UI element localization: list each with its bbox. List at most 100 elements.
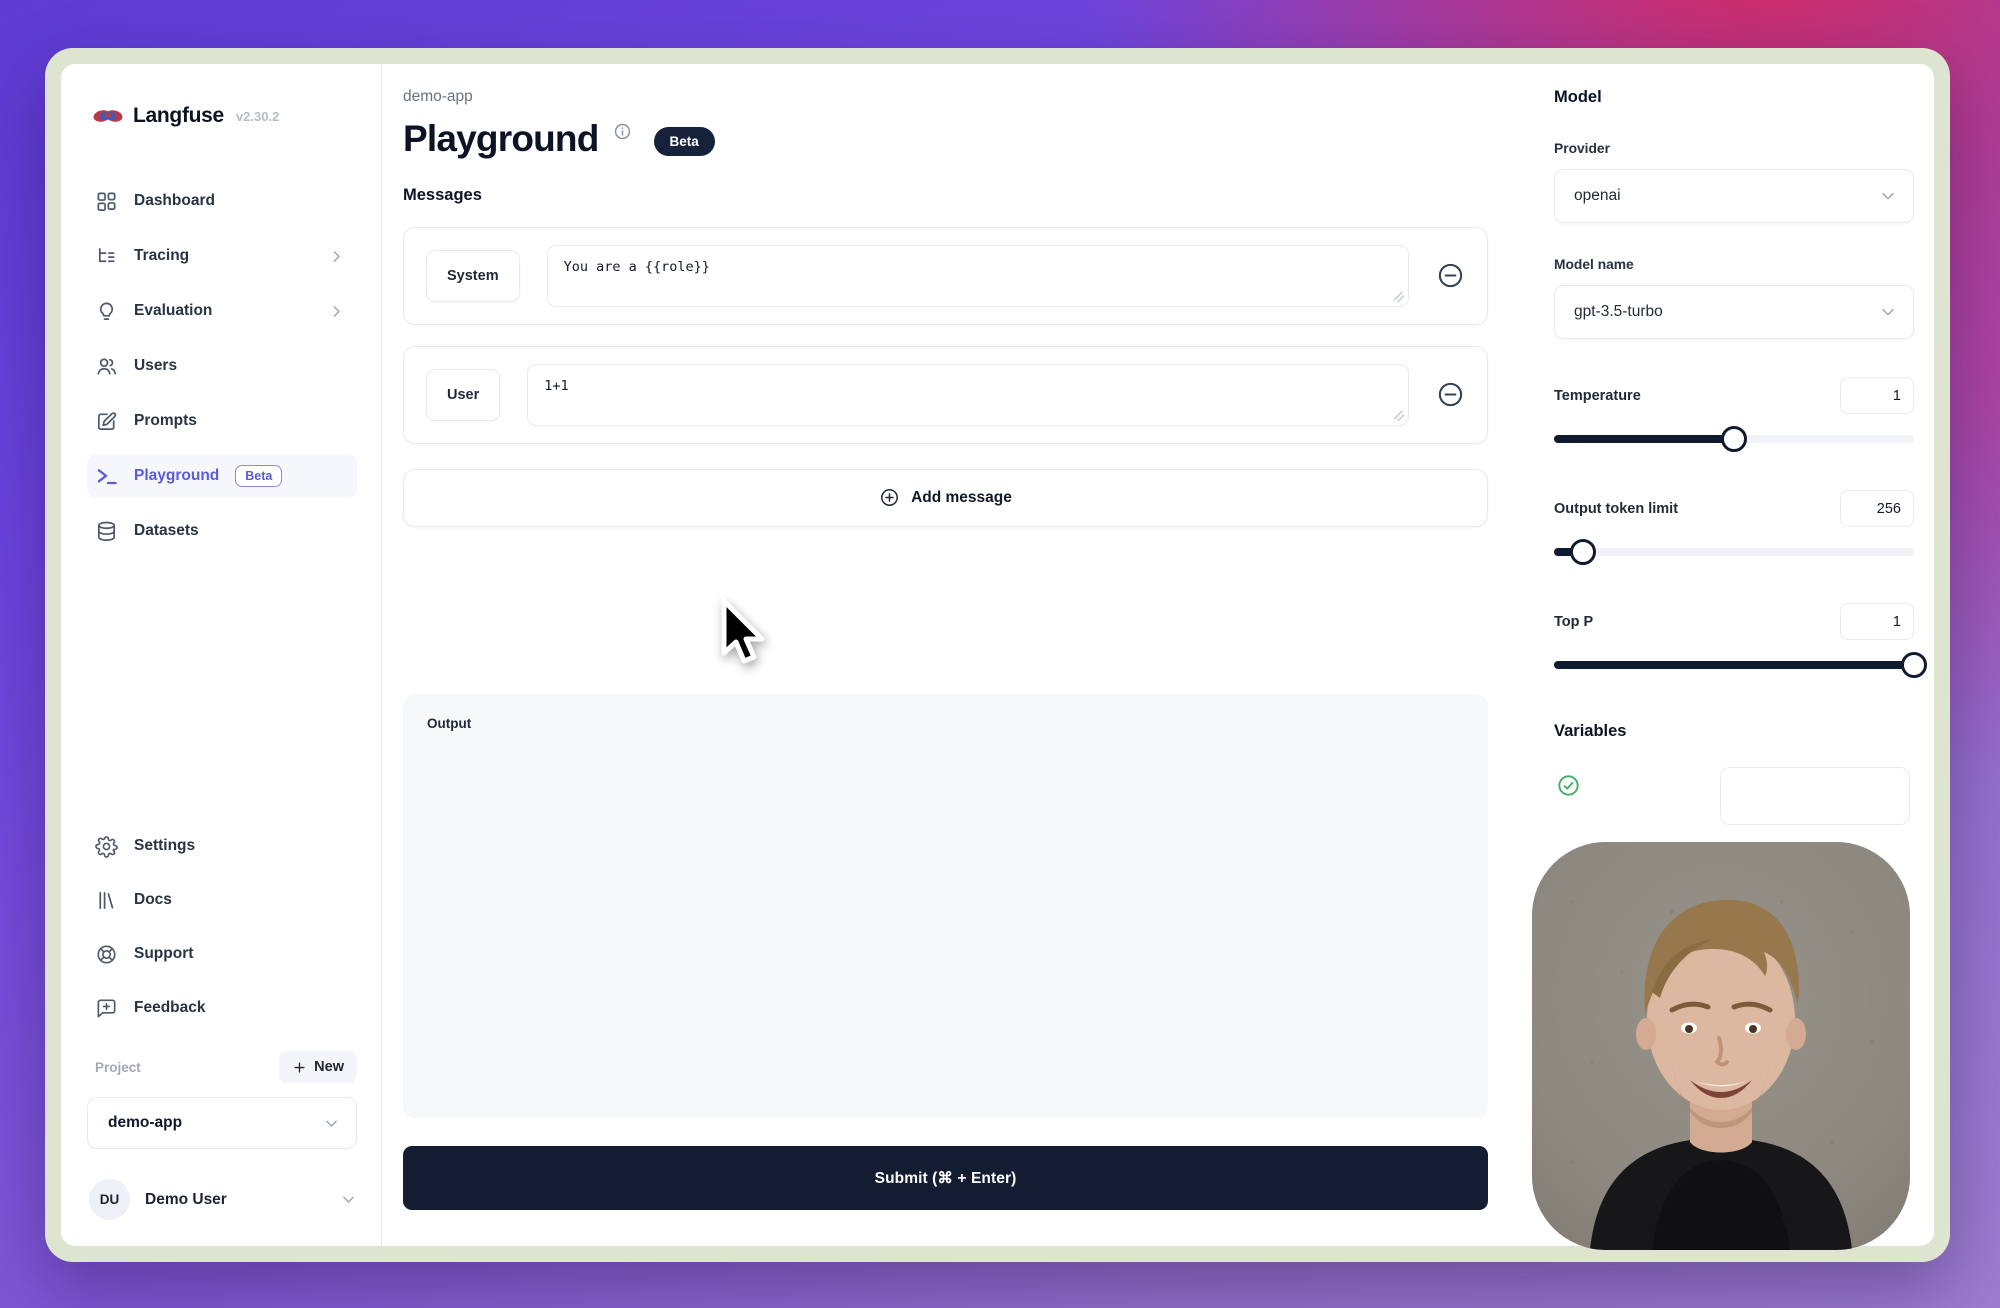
project-selected-value: demo-app [108,1114,182,1132]
plus-circle-icon [879,487,900,508]
sidebar-item-label: Dashboard [134,192,215,210]
mouse-cursor [716,597,774,675]
remove-message-button[interactable] [1436,380,1465,409]
beta-badge: Beta [235,465,282,487]
sidebar-item-datasets[interactable]: Datasets [87,510,357,552]
user-menu[interactable]: DU Demo User [87,1179,357,1220]
beta-badge: Beta [654,127,715,156]
sidebar-item-support[interactable]: Support [87,933,357,975]
sidebar-item-feedback[interactable]: Feedback [87,987,357,1029]
langfuse-logo-icon [93,105,123,127]
minus-circle-icon [1436,380,1465,409]
model-name-select[interactable]: gpt-3.5-turbo [1554,285,1914,339]
terminal-icon [95,465,118,488]
sidebar-item-label: Docs [134,891,172,909]
app-name: Langfuse [133,104,224,128]
sidebar-item-settings[interactable]: Settings [87,825,357,867]
provider-label: Provider [1554,141,1914,156]
project-selector[interactable]: demo-app [87,1097,357,1149]
avatar: DU [89,1179,130,1220]
chevron-down-icon [340,1191,357,1208]
sidebar-item-label: Users [134,357,177,375]
sidebar-item-evaluation[interactable]: Evaluation [87,290,357,332]
library-icon [95,889,118,912]
provider-value: openai [1574,187,1621,205]
chevron-down-icon [1879,187,1897,205]
role-selector-button[interactable]: User [426,369,500,421]
output-panel: Output [403,694,1488,1118]
message-row-user: User 1+1 [403,346,1488,444]
variable-value-input[interactable] [1720,767,1910,825]
tracing-tree-icon [95,245,118,268]
sidebar-item-label: Prompts [134,412,197,430]
provider-select[interactable]: openai [1554,169,1914,223]
output-token-limit-slider[interactable] [1554,539,1914,565]
add-message-button[interactable]: Add message [403,469,1488,528]
temperature-input[interactable] [1840,377,1914,414]
model-heading: Model [1554,88,1914,107]
dashboard-grid-icon [95,190,118,213]
users-icon [95,355,118,378]
breadcrumb[interactable]: demo-app [403,88,1488,106]
chevron-down-icon [323,1115,340,1132]
new-project-button[interactable]: New [279,1051,357,1083]
sidebar-item-label: Datasets [134,522,199,540]
sidebar-footer-nav: Settings Docs Support Feedback [87,825,357,1029]
playground-main: demo-app Playground Beta Messages System… [382,64,1488,1246]
sidebar-item-prompts[interactable]: Prompts [87,400,357,442]
resize-handle[interactable] [1394,292,1404,302]
chevron-right-icon [328,303,345,320]
output-token-limit-label: Output token limit [1554,501,1678,517]
user-message-input[interactable]: 1+1 [527,364,1409,426]
info-icon[interactable] [613,122,632,141]
feedback-message-icon [95,997,118,1020]
sidebar-item-label: Support [134,945,193,963]
message-row-system: System You are a {{role}} [403,227,1488,325]
page-title: Playground [403,119,599,160]
slider-thumb[interactable] [1901,652,1927,678]
minus-circle-icon [1436,261,1465,290]
sidebar-item-label: Tracing [134,247,189,265]
lightbulb-icon [95,300,118,323]
output-token-limit-input[interactable] [1840,490,1914,527]
app-version: v2.30.2 [236,109,279,124]
gear-icon [95,835,118,858]
output-label: Output [427,716,471,731]
remove-message-button[interactable] [1436,261,1465,290]
sidebar-item-label: Playground [134,467,219,485]
chevron-right-icon [328,248,345,265]
temperature-slider[interactable] [1554,426,1914,452]
slider-thumb[interactable] [1570,539,1596,565]
sidebar-item-playground[interactable]: Playground Beta [87,455,357,497]
variable-row [1554,767,1914,823]
sidebar-item-tracing[interactable]: Tracing [87,235,357,277]
messages-heading: Messages [403,186,1488,205]
resize-handle[interactable] [1394,411,1404,421]
sidebar: Langfuse v2.30.2 Dashboard Tracing Evalu… [61,64,382,1246]
top-p-label: Top P [1554,614,1593,630]
role-selector-button[interactable]: System [426,250,520,302]
sidebar-item-label: Settings [134,837,195,855]
presenter-video [1532,842,1910,1250]
model-name-value: gpt-3.5-turbo [1574,303,1663,321]
lifebuoy-icon [95,943,118,966]
system-message-input[interactable]: You are a {{role}} [547,245,1409,307]
sidebar-item-label: Evaluation [134,302,212,320]
sidebar-item-dashboard[interactable]: Dashboard [87,180,357,222]
submit-button[interactable]: Submit (⌘ + Enter) [403,1146,1488,1210]
model-name-label: Model name [1554,257,1914,272]
database-icon [95,520,118,543]
check-circle-icon [1556,773,1581,798]
top-p-slider[interactable] [1554,652,1914,678]
sidebar-item-users[interactable]: Users [87,345,357,387]
temperature-label: Temperature [1554,388,1641,404]
user-name: Demo User [145,1191,325,1209]
top-p-input[interactable] [1840,603,1914,640]
sidebar-item-docs[interactable]: Docs [87,879,357,921]
sidebar-nav: Dashboard Tracing Evaluation Users [87,180,357,552]
logo[interactable]: Langfuse v2.30.2 [87,104,357,128]
variables-heading: Variables [1554,722,1914,741]
slider-thumb[interactable] [1721,426,1747,452]
webcam-overlay [1532,842,1910,1250]
chevron-down-icon [1879,303,1897,321]
